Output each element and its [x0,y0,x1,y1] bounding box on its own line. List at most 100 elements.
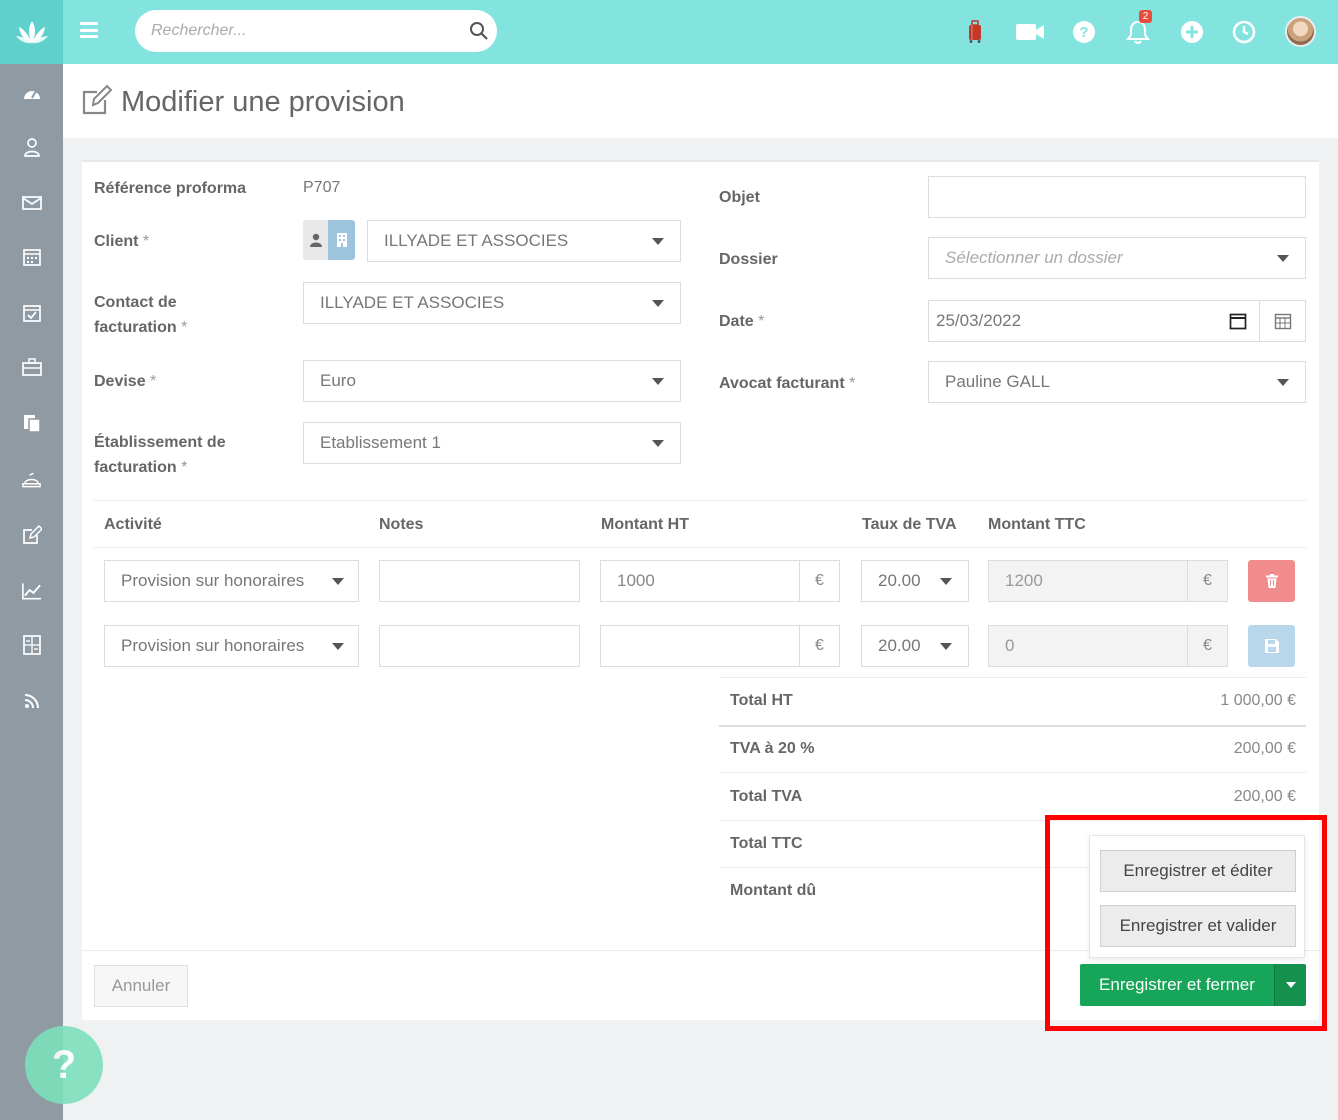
date-picker-icon[interactable] [1229,312,1247,330]
divider [719,725,1306,727]
billing-icon[interactable] [21,468,42,489]
dashboard-icon[interactable] [21,82,42,103]
currency-addon: € [1187,626,1227,666]
calendar-icon [1274,313,1291,330]
client-type-toggle[interactable] [303,220,355,260]
save-options-toggle[interactable] [1274,964,1306,1006]
help-chat-button[interactable]: ? [25,1026,103,1104]
trash-icon [1265,574,1278,588]
floppy-disk-icon [1264,639,1279,653]
calendar-icon[interactable] [21,246,42,267]
search-box [135,10,497,52]
dossier-select[interactable]: Sélectionner un dossier [928,237,1306,279]
row1-montant-ht-value: 1000 [617,571,655,590]
help-icon[interactable]: ? [1068,16,1100,48]
chevron-down-icon [652,300,664,307]
chevron-down-icon [652,440,664,447]
montant-du-label: Montant dû [730,882,817,899]
contact-select[interactable]: ILLYADE ET ASSOCIES [303,282,681,324]
row2-tva-value: 20.00 [878,636,921,655]
rss-icon[interactable] [21,690,42,711]
notification-badge: 2 [1139,10,1152,23]
chevron-down-icon [652,378,664,385]
reference-label: Référence proforma [94,180,247,197]
devise-select[interactable]: Euro [303,360,681,402]
tasks-icon[interactable] [21,302,42,323]
col-montant-ttc: Montant TTC [988,516,1086,533]
save-and-close-button[interactable]: Enregistrer et fermer [1080,964,1274,1006]
row2-activite-select[interactable]: Provision sur honoraires [104,625,359,667]
divider [94,547,1306,548]
etablissement-select[interactable]: Etablissement 1 [303,422,681,464]
chevron-down-icon [940,578,952,585]
col-montant-ht: Montant HT [601,516,689,533]
person-icon[interactable] [303,220,328,260]
search-icon[interactable] [469,21,489,41]
avocat-select[interactable]: Pauline GALL [928,361,1306,403]
objet-input[interactable] [928,176,1306,218]
chevron-down-icon [1285,982,1296,988]
divider [719,772,1306,773]
video-icon[interactable] [1014,16,1046,48]
building-icon[interactable] [328,220,355,260]
search-input[interactable] [135,10,455,52]
edit-icon[interactable] [21,524,42,545]
tva20-label: TVA à 20 % [730,740,815,757]
plus-icon[interactable] [1176,16,1208,48]
total-ht-label: Total HT [730,692,793,709]
edit-icon [82,84,113,115]
row1-montant-ht-input[interactable]: 1000 € [600,560,840,602]
divider [719,677,1306,678]
client-select[interactable]: ILLYADE ET ASSOCIES [367,220,681,262]
row1-delete-button[interactable] [1248,560,1295,602]
save-and-validate-button[interactable]: Enregistrer et valider [1100,905,1296,947]
row2-montant-ttc-value: 0 [1005,636,1015,655]
row1-notes-input[interactable] [379,560,580,602]
total-ht-value: 1 000,00 € [1220,692,1296,709]
documents-icon[interactable] [21,412,42,433]
col-notes: Notes [379,516,424,533]
luggage-icon[interactable] [959,16,991,48]
bell-icon[interactable]: 2 [1122,10,1154,48]
cancel-button[interactable]: Annuler [94,965,188,1007]
date-input[interactable]: 25/03/2022 [928,300,1306,342]
mail-icon[interactable] [21,192,42,213]
row1-activite-select[interactable]: Provision sur honoraires [104,560,359,602]
currency-addon: € [799,561,839,601]
chart-icon[interactable] [21,580,42,601]
total-tva-value: 200,00 € [1233,788,1296,805]
client-value: ILLYADE ET ASSOCIES [384,231,569,250]
logo-icon [15,21,48,44]
chevron-down-icon [940,643,952,650]
briefcase-icon[interactable] [21,356,42,377]
row2-montant-ht-input[interactable]: € [600,625,840,667]
avocat-label: Avocat facturant * [719,375,856,392]
save-options-menu: Enregistrer et éditer Enregistrer et val… [1089,835,1305,958]
col-activite: Activité [104,516,162,533]
row2-save-button[interactable] [1248,625,1295,667]
row2-tva-select[interactable]: 20.00 [861,625,969,667]
total-ttc-label: Total TTC [730,835,803,852]
clock-icon[interactable] [1228,16,1260,48]
row1-tva-select[interactable]: 20.00 [861,560,969,602]
user-avatar[interactable] [1285,16,1316,47]
row1-tva-value: 20.00 [878,571,921,590]
save-and-edit-button[interactable]: Enregistrer et éditer [1100,850,1296,892]
client-label: Client * [94,233,150,250]
date-label: Date * [719,313,765,330]
objet-label: Objet [719,189,760,206]
currency-addon: € [799,626,839,666]
top-bar: ? 2 [0,0,1338,64]
date-value: 25/03/2022 [936,311,1022,330]
row2-notes-input[interactable] [379,625,580,667]
calculator-icon[interactable] [21,634,42,655]
contacts-icon[interactable] [21,136,42,157]
menu-toggle-icon[interactable] [80,22,98,38]
row1-montant-ttc-input[interactable]: 1200 € [988,560,1228,602]
contact-label: Contact de facturation * [94,294,188,336]
calendar-button[interactable] [1259,301,1305,341]
currency-addon: € [1187,561,1227,601]
app-logo[interactable] [0,0,63,64]
row2-montant-ttc-input[interactable]: 0 € [988,625,1228,667]
row1-activite-value: Provision sur honoraires [121,571,305,590]
